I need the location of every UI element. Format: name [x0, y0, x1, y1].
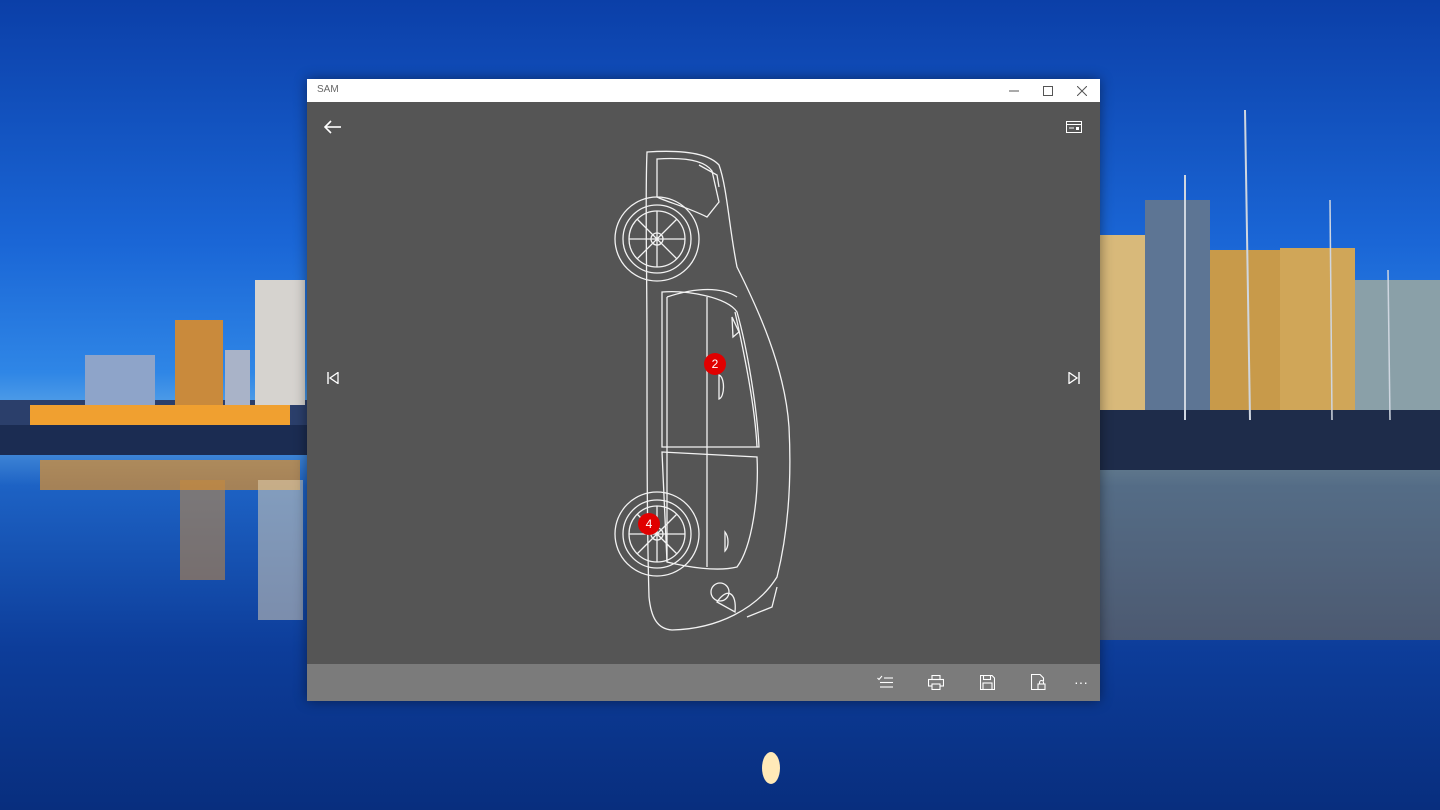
print-button[interactable]	[920, 666, 952, 698]
canvas-area: 2 4	[307, 102, 1100, 664]
more-button[interactable]: ···	[1065, 666, 1097, 698]
card-icon	[1066, 121, 1082, 133]
close-icon	[1077, 85, 1087, 96]
app-window: SAM 2 4 ···	[307, 79, 1100, 701]
car-diagram	[614, 150, 791, 631]
maximize-button[interactable]	[1031, 79, 1065, 102]
back-button[interactable]	[317, 111, 349, 143]
close-button[interactable]	[1065, 79, 1099, 102]
save-button[interactable]	[971, 666, 1003, 698]
title-bar: SAM	[307, 79, 1100, 102]
next-button[interactable]	[1058, 362, 1090, 394]
bottom-command-bar: ···	[307, 664, 1100, 701]
checklist-button[interactable]	[869, 666, 901, 698]
more-icon: ···	[1074, 674, 1088, 690]
damage-marker[interactable]: 4	[638, 513, 660, 535]
previous-button[interactable]	[317, 362, 349, 394]
back-arrow-icon	[324, 120, 341, 134]
window-title: SAM	[317, 84, 339, 95]
skip-previous-icon	[327, 372, 339, 384]
damage-marker[interactable]: 2	[704, 353, 726, 375]
minimize-button[interactable]	[997, 79, 1031, 102]
card-button[interactable]	[1058, 111, 1090, 143]
save-icon	[979, 674, 995, 690]
skip-next-icon	[1068, 372, 1080, 384]
lock-document-icon	[1030, 674, 1046, 690]
lock-document-button[interactable]	[1022, 666, 1054, 698]
checklist-icon	[877, 675, 893, 688]
minimize-icon	[1009, 90, 1019, 91]
maximize-icon	[1043, 85, 1053, 96]
print-icon	[928, 674, 944, 690]
